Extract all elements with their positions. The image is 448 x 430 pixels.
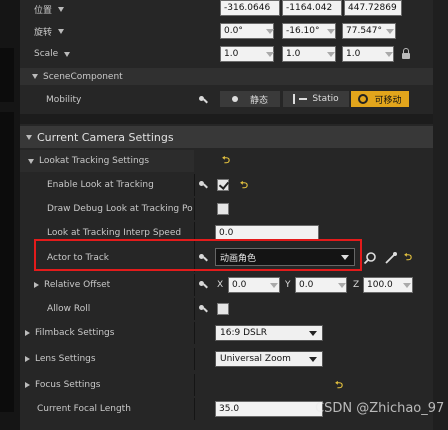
draw-debug-checkbox[interactable] — [217, 203, 229, 215]
collapse-arrow-icon[interactable] — [26, 134, 32, 140]
expand-arrow-icon[interactable] — [25, 356, 30, 362]
focus-row: Focus Settings ⮌ — [20, 374, 433, 396]
search-icon[interactable] — [363, 251, 377, 265]
pin-icon[interactable] — [199, 96, 208, 105]
left-gutter — [0, 0, 20, 430]
collapse-arrow-icon[interactable] — [28, 158, 34, 164]
focal-length-field[interactable]: 35.0 — [215, 401, 323, 417]
location-row: 位置 -316.0646 -1164.042 447.72869 — [20, 0, 433, 18]
allow-roll-row: Allow Roll — [20, 298, 433, 320]
relative-offset-label: Relative Offset — [44, 280, 111, 290]
filmback-row: Filmback Settings 16:9 DSLR — [20, 322, 433, 344]
rotation-label: 旋转 — [34, 27, 53, 38]
scenecomponent-title: SceneComponent — [43, 71, 123, 82]
lens-label: Lens Settings — [35, 354, 96, 364]
lookat-tracking-row: Lookat Tracking Settings ⮌ — [20, 150, 433, 172]
reset-arrow-icon[interactable]: ⮌ — [404, 250, 412, 267]
camera-settings-header[interactable]: Current Camera Settings — [20, 126, 433, 148]
spin-arrow-icon[interactable] — [403, 283, 411, 288]
scale-label: Scale — [34, 49, 59, 59]
chevron-down-icon[interactable] — [64, 51, 71, 57]
spin-arrow-icon[interactable] — [266, 52, 274, 57]
mobility-row: Mobility 静态 Statio 可移动 — [20, 88, 433, 112]
axis-y-label: Y — [285, 280, 291, 290]
allow-roll-checkbox[interactable] — [217, 303, 229, 315]
mobility-movable-button[interactable]: 可移动 — [351, 91, 409, 107]
gutter-panel-edge — [0, 112, 14, 412]
mobility-static-button[interactable]: 静态 — [220, 91, 280, 107]
chevron-down-icon[interactable] — [58, 28, 65, 34]
spin-arrow-icon[interactable] — [327, 52, 335, 57]
reset-arrow-icon[interactable]: ⮌ — [240, 178, 248, 195]
spin-arrow-icon[interactable] — [270, 283, 278, 288]
camera-settings-title: Current Camera Settings — [37, 130, 174, 144]
pin-icon[interactable] — [199, 281, 208, 290]
filmback-label: Filmback Settings — [35, 328, 115, 338]
mobility-label: Mobility — [46, 95, 82, 105]
lookat-tracking-label: Lookat Tracking Settings — [39, 156, 150, 166]
reset-arrow-icon[interactable]: ⮌ — [222, 153, 230, 170]
expand-arrow-icon[interactable] — [25, 330, 30, 336]
static-dot-icon — [231, 96, 238, 102]
dropdown-caret-icon — [309, 357, 317, 362]
spin-arrow-icon[interactable] — [327, 29, 335, 34]
axis-z-label: Z — [353, 280, 360, 290]
rotation-row: 旋转 0.0° -16.10° 77.547° — [20, 21, 433, 41]
location-y-field[interactable]: -1164.042 — [282, 0, 342, 16]
watermark: CSDN @Zhichao_97 — [315, 401, 445, 416]
mobility-stationary-button[interactable]: Statio — [283, 91, 349, 107]
lens-row: Lens Settings Universal Zoom — [20, 348, 433, 370]
enable-lookat-row: Enable Look at Tracking ⮌ — [20, 174, 433, 196]
relative-offset-row: Relative Offset X 0.0 Y 0.0 Z 100.0 — [20, 274, 433, 296]
allow-roll-label: Allow Roll — [47, 304, 91, 314]
expand-arrow-icon[interactable] — [25, 382, 30, 388]
focus-label: Focus Settings — [35, 380, 101, 390]
spin-arrow-icon[interactable] — [266, 29, 274, 34]
chevron-down-icon[interactable] — [58, 6, 65, 12]
details-panel: 位置 -316.0646 -1164.042 447.72869 旋转 0.0°… — [20, 0, 433, 430]
draw-debug-label: Draw Debug Look at Tracking Pos — [47, 204, 193, 214]
scrollbar-track[interactable] — [433, 0, 448, 430]
lens-dropdown[interactable]: Universal Zoom — [215, 351, 323, 367]
focal-length-label: Current Focal Length — [37, 404, 131, 414]
reset-arrow-icon[interactable]: ⮌ — [335, 378, 343, 395]
gutter-panel-edge — [0, 48, 14, 102]
eyedropper-icon[interactable] — [384, 251, 398, 265]
location-x-field[interactable]: -316.0646 — [220, 0, 280, 16]
spin-arrow-icon[interactable] — [386, 29, 394, 34]
scale-row: Scale 1.0 1.0 1.0 — [20, 44, 433, 64]
draw-debug-row: Draw Debug Look at Tracking Pos — [20, 198, 433, 220]
location-z-field[interactable]: 447.72869 — [344, 0, 402, 16]
move-arrows-icon — [358, 94, 369, 104]
spin-arrow-icon[interactable] — [385, 52, 393, 57]
pin-icon[interactable] — [199, 181, 208, 190]
pin-icon[interactable] — [199, 305, 208, 314]
spin-arrow-icon[interactable] — [338, 283, 346, 288]
enable-lookat-label: Enable Look at Tracking — [47, 180, 154, 190]
lock-icon[interactable] — [402, 48, 410, 59]
expand-arrow-icon[interactable] — [34, 282, 39, 288]
section-gap — [20, 114, 433, 124]
scenecomponent-header[interactable]: SceneComponent — [20, 68, 433, 85]
axis-x-label: X — [217, 280, 224, 290]
stationary-bar-icon — [293, 94, 296, 104]
collapse-arrow-icon[interactable] — [32, 74, 38, 79]
location-label: 位置 — [34, 5, 53, 16]
stationary-bar-icon — [299, 98, 308, 100]
highlight-box — [34, 239, 362, 271]
filmback-dropdown[interactable]: 16:9 DSLR — [215, 325, 323, 341]
dropdown-caret-icon — [309, 331, 317, 336]
enable-lookat-checkbox[interactable] — [217, 179, 229, 191]
